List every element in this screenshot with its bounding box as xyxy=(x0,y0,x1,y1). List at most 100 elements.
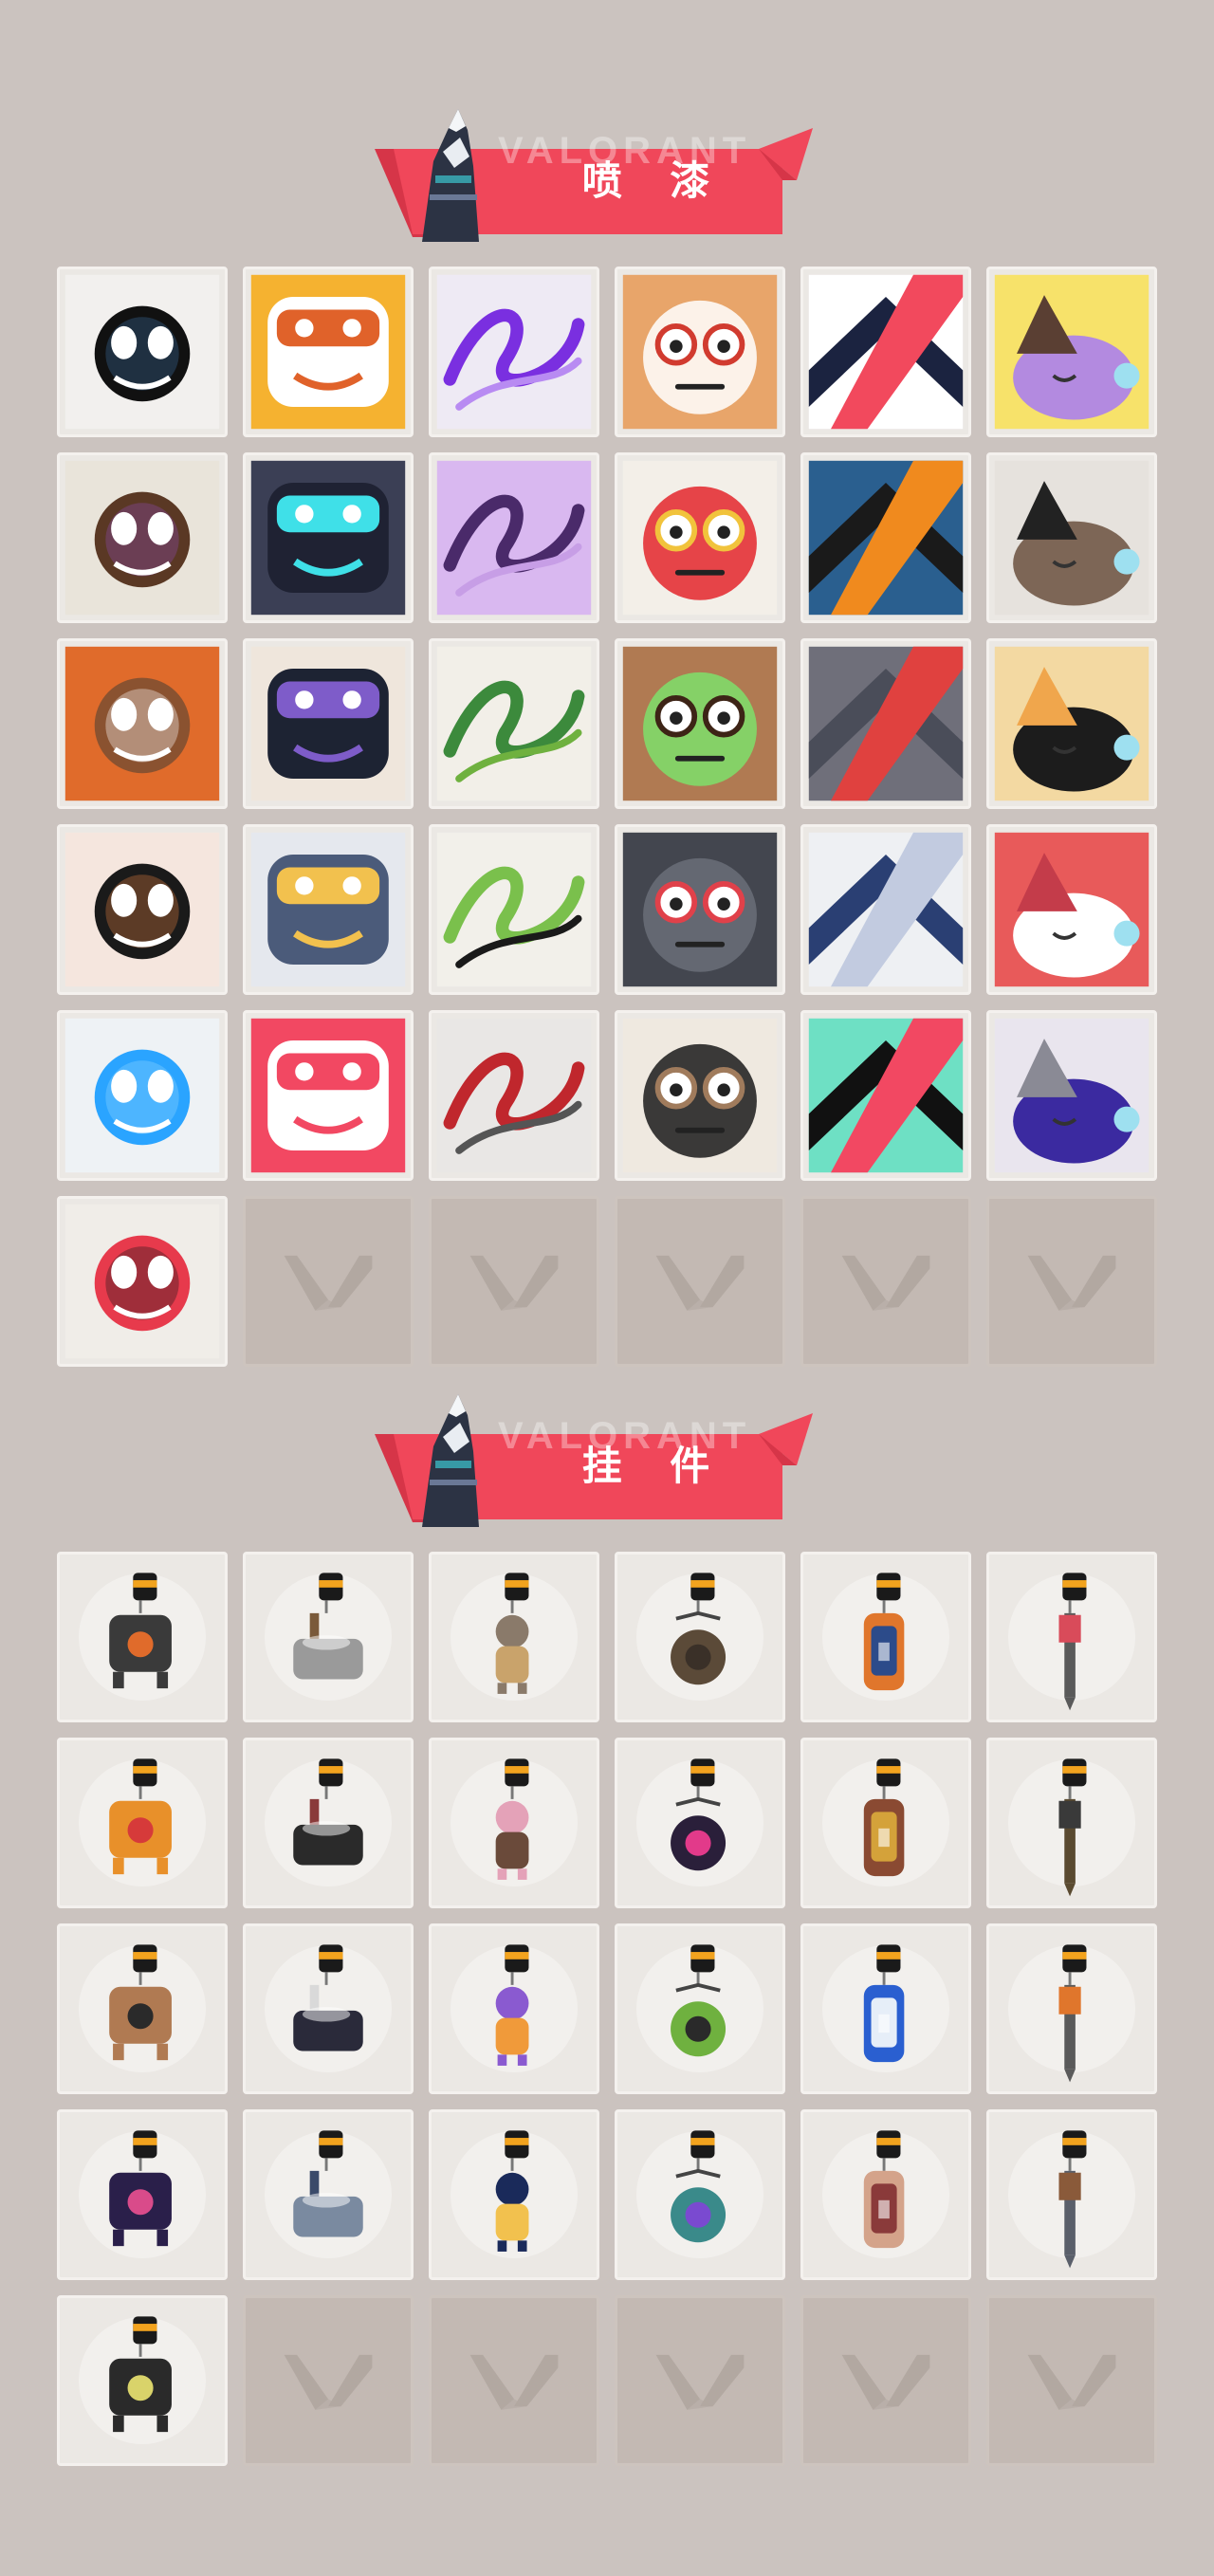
crying-creature-icon xyxy=(808,646,964,801)
goggles-face-icon xyxy=(622,274,778,430)
spray-tile[interactable] xyxy=(243,824,414,995)
ep9-medal-charm-icon xyxy=(671,1758,727,1871)
spray-tile[interactable] xyxy=(57,452,228,623)
graffiti-tag-icon xyxy=(994,1018,1150,1173)
charm-tile[interactable] xyxy=(615,1923,785,2094)
lava-lamp-charm-icon xyxy=(495,1944,529,2066)
cat-figure-charm-icon xyxy=(495,1573,529,1694)
feather-tail-charm-icon xyxy=(863,2130,905,2249)
spray-tile[interactable] xyxy=(800,824,971,995)
spray-tile[interactable] xyxy=(615,267,785,437)
spray-tile[interactable] xyxy=(615,824,785,995)
charm-tile[interactable] xyxy=(57,2295,228,2466)
frog-face-icon xyxy=(436,832,592,987)
charm-tile[interactable] xyxy=(800,1923,971,2094)
spray-tile[interactable] xyxy=(57,1010,228,1181)
spray-tile[interactable] xyxy=(986,824,1157,995)
charm-tile[interactable] xyxy=(57,2109,228,2280)
spray-tile[interactable] xyxy=(429,638,599,809)
spray-tile[interactable] xyxy=(243,452,414,623)
spray-tile[interactable] xyxy=(243,1010,414,1181)
charm-tile[interactable] xyxy=(986,1552,1157,1722)
charms-banner: VALORANT 挂 件 xyxy=(375,1394,820,1527)
charm-tile[interactable] xyxy=(800,2109,971,2280)
valorant-logo-icon xyxy=(655,1255,745,1311)
spray-tile[interactable] xyxy=(243,638,414,809)
orange-button-icon xyxy=(808,460,964,616)
teddy-bear-charm-icon xyxy=(863,1758,905,1877)
number-sign-icon xyxy=(994,832,1150,987)
agent-keychain-charm-icon xyxy=(293,2130,363,2237)
pixel-heart-icon xyxy=(250,1018,406,1173)
spray-tile[interactable] xyxy=(429,267,599,437)
charm-tile[interactable] xyxy=(615,1738,785,1908)
spray-tile[interactable] xyxy=(800,452,971,623)
gummy-creature-charm-icon xyxy=(109,1758,172,1875)
spray-tile[interactable] xyxy=(429,452,599,623)
cat-mask-icon xyxy=(250,274,406,430)
spray-tile[interactable] xyxy=(800,638,971,809)
sleeping-creature-icon xyxy=(994,274,1150,430)
spray-tile[interactable] xyxy=(986,1010,1157,1181)
spray-tile[interactable] xyxy=(986,452,1157,623)
spray-tile[interactable] xyxy=(800,267,971,437)
spray-tile[interactable] xyxy=(615,452,785,623)
empty-slot xyxy=(986,1196,1157,1367)
ep9-medal-purple-charm-icon xyxy=(109,2130,172,2247)
section-title: 挂 件 xyxy=(581,1443,727,1489)
spray-tile[interactable] xyxy=(615,1010,785,1181)
charm-tile[interactable] xyxy=(986,1923,1157,2094)
empty-slot xyxy=(243,1196,414,1367)
charm-tile[interactable] xyxy=(800,1552,971,1722)
blue-astronaut-charm-icon xyxy=(863,1944,905,2063)
charm-tile[interactable] xyxy=(429,1738,599,1908)
dizzy-face-icon xyxy=(436,460,592,616)
empty-slot xyxy=(800,1196,971,1367)
charm-tile[interactable] xyxy=(243,1923,414,2094)
raccoon-face-icon xyxy=(994,460,1150,616)
charm-tile[interactable] xyxy=(57,1923,228,2094)
pixel-agent-icon xyxy=(64,460,220,616)
section-title: 喷 漆 xyxy=(581,157,727,204)
valorant-logo-icon xyxy=(841,2354,930,2410)
charm-tile[interactable] xyxy=(429,1552,599,1722)
spray-tile[interactable] xyxy=(57,1196,228,1367)
spray-tile[interactable] xyxy=(429,1010,599,1181)
valorant-logo-icon xyxy=(284,1255,373,1311)
spray-tile[interactable] xyxy=(615,638,785,809)
ep9-medal-gold-charm-icon xyxy=(495,2130,529,2252)
purple-scribble-icon xyxy=(436,274,592,430)
spray-tile[interactable] xyxy=(800,1010,971,1181)
neon-zigzag-icon xyxy=(64,1018,220,1173)
star-badge-icon xyxy=(64,274,220,430)
spiked-mace-charm-icon xyxy=(1058,1573,1087,1711)
charm-tile[interactable] xyxy=(429,1923,599,2094)
charm-tile[interactable] xyxy=(986,2109,1157,2280)
charm-tile[interactable] xyxy=(243,2109,414,2280)
green-handheld-charm-icon xyxy=(671,1944,727,2057)
valorant-logo-icon xyxy=(1027,2354,1116,2410)
charm-tile[interactable] xyxy=(57,1738,228,1908)
empty-slot xyxy=(615,2295,785,2466)
spray-tile[interactable] xyxy=(429,824,599,995)
spray-tile[interactable] xyxy=(986,267,1157,437)
glasses-agent-icon xyxy=(622,1018,778,1173)
empty-slot xyxy=(615,1196,785,1367)
spray-tile[interactable] xyxy=(57,638,228,809)
braided-rope-charm-icon xyxy=(293,1758,363,1866)
spray-tile[interactable] xyxy=(986,638,1157,809)
spray-tile[interactable] xyxy=(57,824,228,995)
charm-tile[interactable] xyxy=(243,1552,414,1722)
spray-tile[interactable] xyxy=(57,267,228,437)
valorant-logo-icon xyxy=(469,1255,559,1311)
charm-tile[interactable] xyxy=(243,1738,414,1908)
red-valorant-badge-icon xyxy=(64,1204,220,1359)
charm-tile[interactable] xyxy=(429,2109,599,2280)
charm-tile[interactable] xyxy=(615,2109,785,2280)
spray-tile[interactable] xyxy=(243,267,414,437)
charm-tile[interactable] xyxy=(57,1552,228,1722)
charm-tile[interactable] xyxy=(615,1552,785,1722)
valorant-splat-icon xyxy=(808,1018,964,1173)
charm-tile[interactable] xyxy=(800,1738,971,1908)
charm-tile[interactable] xyxy=(986,1738,1157,1908)
